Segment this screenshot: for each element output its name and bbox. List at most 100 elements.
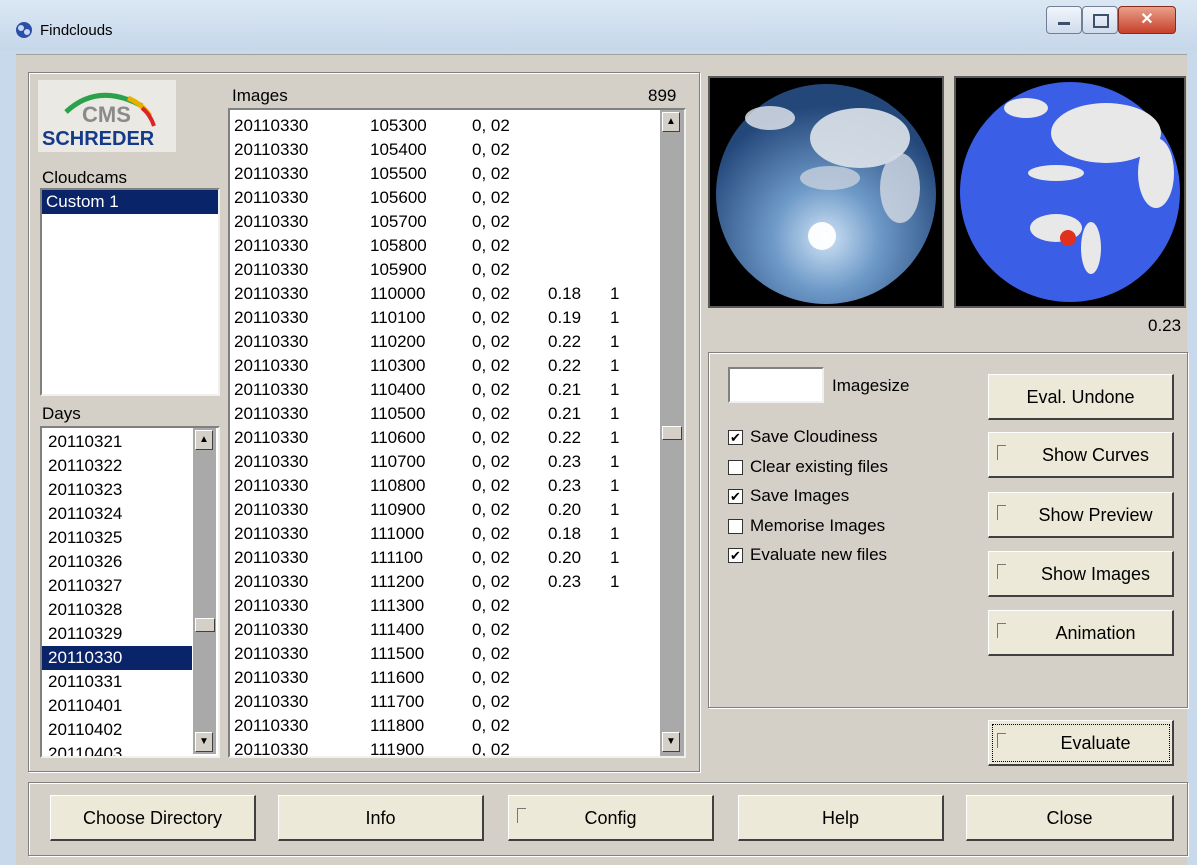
close-window-button[interactable]: ✕ bbox=[1118, 6, 1176, 34]
image-row-cell: 105400 bbox=[370, 140, 427, 159]
scroll-down-icon[interactable]: ▼ bbox=[195, 732, 213, 752]
image-row[interactable]: 20110330 105600 0, 02 bbox=[230, 186, 658, 210]
day-item[interactable]: 20110321 bbox=[42, 430, 192, 454]
checkbox[interactable]: ✔ bbox=[728, 548, 743, 563]
image-row[interactable]: 20110330 111300 0, 02 bbox=[230, 594, 658, 618]
sky-image[interactable] bbox=[708, 76, 944, 308]
day-item[interactable]: 20110403 bbox=[42, 742, 192, 756]
checkbox[interactable] bbox=[728, 518, 743, 534]
option-checkbox-row[interactable]: ✔ Evaluate new files bbox=[728, 545, 968, 576]
image-row[interactable]: 20110330 111200 0, 02 0.23 1 bbox=[230, 570, 658, 594]
day-item[interactable]: 20110328 bbox=[42, 598, 192, 622]
image-row[interactable]: 20110330 110200 0, 02 0.22 1 bbox=[230, 330, 658, 354]
image-row[interactable]: 20110330 105700 0, 02 bbox=[230, 210, 658, 234]
image-row[interactable]: 20110330 110300 0, 02 0.22 1 bbox=[230, 354, 658, 378]
show-images-button[interactable]: Show Images bbox=[988, 551, 1174, 597]
image-row-cell: 0, 02 bbox=[472, 116, 510, 135]
image-row-cell: 20110330 bbox=[234, 572, 309, 591]
image-row[interactable]: 20110330 105900 0, 02 bbox=[230, 258, 658, 282]
checkbox[interactable] bbox=[728, 459, 743, 475]
image-row[interactable]: 20110330 111100 0, 02 0.20 1 bbox=[230, 546, 658, 570]
image-row[interactable]: 20110330 111900 0, 02 bbox=[230, 738, 658, 756]
image-row[interactable]: 20110330 110800 0, 02 0.23 1 bbox=[230, 474, 658, 498]
images-scroll-thumb[interactable] bbox=[662, 426, 682, 440]
image-row-cell: 105700 bbox=[370, 212, 427, 231]
image-row[interactable]: 20110330 105800 0, 02 bbox=[230, 234, 658, 258]
choose-directory-button[interactable]: Choose Directory bbox=[50, 795, 256, 841]
image-row[interactable]: 20110330 105400 0, 02 bbox=[230, 138, 658, 162]
minimize-button[interactable] bbox=[1046, 6, 1082, 34]
day-item[interactable]: 20110401 bbox=[42, 694, 192, 718]
day-item[interactable]: 20110326 bbox=[42, 550, 192, 574]
image-row-cell: 1 bbox=[610, 404, 620, 423]
image-row-cell: 0.22 bbox=[548, 428, 582, 447]
image-row-cell: 0, 02 bbox=[472, 356, 510, 375]
show-curves-button[interactable]: Show Curves bbox=[988, 432, 1174, 478]
days-scrollbar[interactable]: ▲ ▼ bbox=[193, 428, 216, 754]
image-row[interactable]: 20110330 110600 0, 02 0.22 1 bbox=[230, 426, 658, 450]
day-item[interactable]: 20110327 bbox=[42, 574, 192, 598]
image-row-cell: 110800 bbox=[370, 476, 426, 495]
option-checkbox-row[interactable]: Clear existing files bbox=[728, 457, 968, 488]
image-row[interactable]: 20110330 111500 0, 02 bbox=[230, 642, 658, 666]
scroll-up-icon[interactable]: ▲ bbox=[662, 112, 680, 132]
help-button[interactable]: Help bbox=[738, 795, 944, 841]
image-row[interactable]: 20110330 110500 0, 02 0.21 1 bbox=[230, 402, 658, 426]
image-row[interactable]: 20110330 111600 0, 02 bbox=[230, 666, 658, 690]
image-row-cell: 0, 02 bbox=[472, 212, 510, 231]
image-row[interactable]: 20110330 111400 0, 02 bbox=[230, 618, 658, 642]
imagesize-label: Imagesize bbox=[832, 376, 910, 395]
image-row[interactable]: 20110330 111800 0, 02 bbox=[230, 714, 658, 738]
day-item[interactable]: 20110322 bbox=[42, 454, 192, 478]
day-item[interactable]: 20110330 bbox=[42, 646, 192, 670]
images-scrollbar[interactable]: ▲ ▼ bbox=[660, 110, 684, 756]
maximize-button[interactable] bbox=[1082, 6, 1118, 34]
evaluate-button[interactable]: Evaluate bbox=[988, 720, 1174, 766]
imagesize-input[interactable] bbox=[728, 367, 824, 403]
day-item[interactable]: 20110402 bbox=[42, 718, 192, 742]
cloud-mask-image[interactable] bbox=[954, 76, 1186, 308]
info-button[interactable]: Info bbox=[278, 795, 484, 841]
image-row[interactable]: 20110330 110700 0, 02 0.23 1 bbox=[230, 450, 658, 474]
scroll-up-icon[interactable]: ▲ bbox=[195, 430, 213, 450]
days-list[interactable]: 20110321 20110322 20110323 20110324 20110325… bbox=[40, 426, 220, 758]
animation-button[interactable]: Animation bbox=[988, 610, 1174, 656]
image-row[interactable]: 20110330 105300 0, 02 bbox=[230, 114, 658, 138]
image-row-cell: 105900 bbox=[370, 260, 427, 279]
show-preview-button[interactable]: Show Preview bbox=[988, 492, 1174, 538]
day-item[interactable]: 20110325 bbox=[42, 526, 192, 550]
config-button[interactable]: Config bbox=[508, 795, 714, 841]
show-images-label: Show Images bbox=[1040, 564, 1151, 584]
close-button[interactable]: Close bbox=[966, 795, 1174, 841]
image-row[interactable]: 20110330 111000 0, 02 0.18 1 bbox=[230, 522, 658, 546]
day-item[interactable]: 20110323 bbox=[42, 478, 192, 502]
day-item[interactable]: 20110331 bbox=[42, 670, 192, 694]
cloudcam-item[interactable]: Custom 1 bbox=[42, 190, 218, 214]
image-row-cell: 20110330 bbox=[234, 236, 309, 255]
image-row-cell: 20110330 bbox=[234, 308, 309, 327]
eval-undone-button[interactable]: Eval. Undone bbox=[988, 374, 1174, 420]
toggle-indicator-icon bbox=[997, 623, 1006, 638]
image-row-cell: 1 bbox=[610, 548, 620, 567]
day-item[interactable]: 20110329 bbox=[42, 622, 192, 646]
image-row[interactable]: 20110330 111700 0, 02 bbox=[230, 690, 658, 714]
option-checkbox-row[interactable]: ✔ Save Cloudiness bbox=[728, 427, 968, 458]
image-row[interactable]: 20110330 110900 0, 02 0.20 1 bbox=[230, 498, 658, 522]
days-scroll-thumb[interactable] bbox=[195, 618, 215, 632]
image-row[interactable]: 20110330 110100 0, 02 0.19 1 bbox=[230, 306, 658, 330]
image-row[interactable]: 20110330 110400 0, 02 0.21 1 bbox=[230, 378, 658, 402]
option-checkbox-row[interactable]: ✔ Save Images bbox=[728, 486, 968, 517]
checkbox[interactable]: ✔ bbox=[728, 430, 743, 445]
image-row[interactable]: 20110330 110000 0, 02 0.18 1 bbox=[230, 282, 658, 306]
option-checkbox-row[interactable]: Memorise Images bbox=[728, 516, 968, 547]
scroll-down-icon[interactable]: ▼ bbox=[662, 732, 680, 752]
checkbox-label: Evaluate new files bbox=[750, 545, 888, 564]
checkbox[interactable]: ✔ bbox=[728, 489, 743, 504]
images-list[interactable]: 20110330 105300 0, 02 20110330 105400 0, 02 20… bbox=[228, 108, 686, 758]
image-row[interactable]: 20110330 105500 0, 02 bbox=[230, 162, 658, 186]
image-row-cell: 20110330 bbox=[234, 380, 309, 399]
day-item[interactable]: 20110324 bbox=[42, 502, 192, 526]
image-row-cell: 0.20 bbox=[548, 500, 582, 519]
cloudcams-list[interactable]: Custom 1 bbox=[40, 188, 220, 396]
image-row-cell: 20110330 bbox=[234, 716, 309, 735]
